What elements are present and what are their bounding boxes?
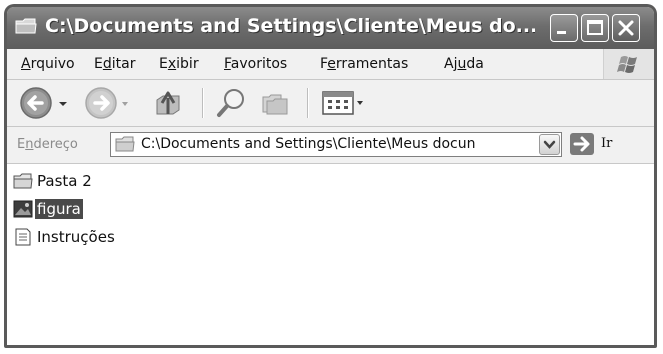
folder-icon — [13, 172, 33, 190]
toolbar-separator — [202, 88, 204, 118]
address-input[interactable]: C:\Documents and Settings\Cliente\Meus d… — [110, 132, 562, 157]
explorer-window: C:\Documents and Settings\Cliente\Meus d… — [4, 4, 657, 348]
file-name: Pasta 2 — [37, 172, 92, 190]
toolbar-separator — [307, 88, 309, 118]
address-dropdown-button[interactable] — [539, 134, 560, 155]
close-button[interactable] — [612, 14, 640, 42]
views-icon — [322, 91, 363, 115]
window-title: C:\Documents and Settings\Cliente\Meus d… — [45, 15, 535, 37]
address-bar: Endereço C:\Documents and Settings\Clien… — [7, 127, 654, 164]
title-bar[interactable]: C:\Documents and Settings\Cliente\Meus d… — [7, 7, 654, 49]
menu-ferramentas[interactable]: Ferramentas — [320, 56, 408, 72]
address-label: Endereço — [17, 137, 78, 152]
folder-icon — [15, 17, 37, 35]
minimize-button[interactable] — [550, 14, 578, 42]
close-icon — [618, 20, 634, 36]
folders-icon — [262, 94, 288, 115]
go-arrow-icon — [570, 133, 594, 155]
up-folder-icon — [156, 91, 180, 115]
go-button[interactable] — [570, 133, 594, 155]
menu-favoritos[interactable]: Favoritos — [224, 56, 287, 72]
file-name: figura — [35, 199, 83, 219]
folders-button[interactable] — [257, 84, 295, 122]
toolbar — [7, 80, 654, 127]
minimize-icon — [557, 31, 566, 34]
windows-logo-icon — [603, 49, 654, 79]
file-name: Instruções — [37, 228, 115, 246]
text-file-icon — [13, 228, 33, 246]
menu-editar[interactable]: Editar — [94, 56, 135, 72]
up-folder-button[interactable] — [149, 84, 187, 122]
search-button[interactable] — [212, 84, 250, 122]
maximize-button[interactable] — [581, 14, 609, 42]
forward-button[interactable] — [82, 84, 128, 122]
views-button[interactable] — [319, 84, 369, 122]
search-icon — [217, 89, 244, 117]
address-value: C:\Documents and Settings\Cliente\Meus d… — [141, 136, 476, 152]
menu-ajuda[interactable]: Ajuda — [444, 56, 484, 72]
menu-bar: Arquivo Editar Exibir Favoritos Ferramen… — [7, 49, 654, 80]
menu-arquivo[interactable]: Arquivo — [21, 56, 75, 72]
menu-exibir[interactable]: Exibir — [159, 56, 199, 72]
image-file-icon — [13, 200, 33, 218]
chevron-down-icon — [543, 140, 556, 149]
forward-icon — [85, 87, 128, 119]
go-label[interactable]: Ir — [601, 136, 612, 151]
back-button[interactable] — [17, 84, 67, 122]
file-list-area[interactable]: Pasta 2 figura Instruções — [7, 164, 654, 345]
back-icon — [20, 87, 67, 119]
folder-icon — [115, 136, 135, 153]
